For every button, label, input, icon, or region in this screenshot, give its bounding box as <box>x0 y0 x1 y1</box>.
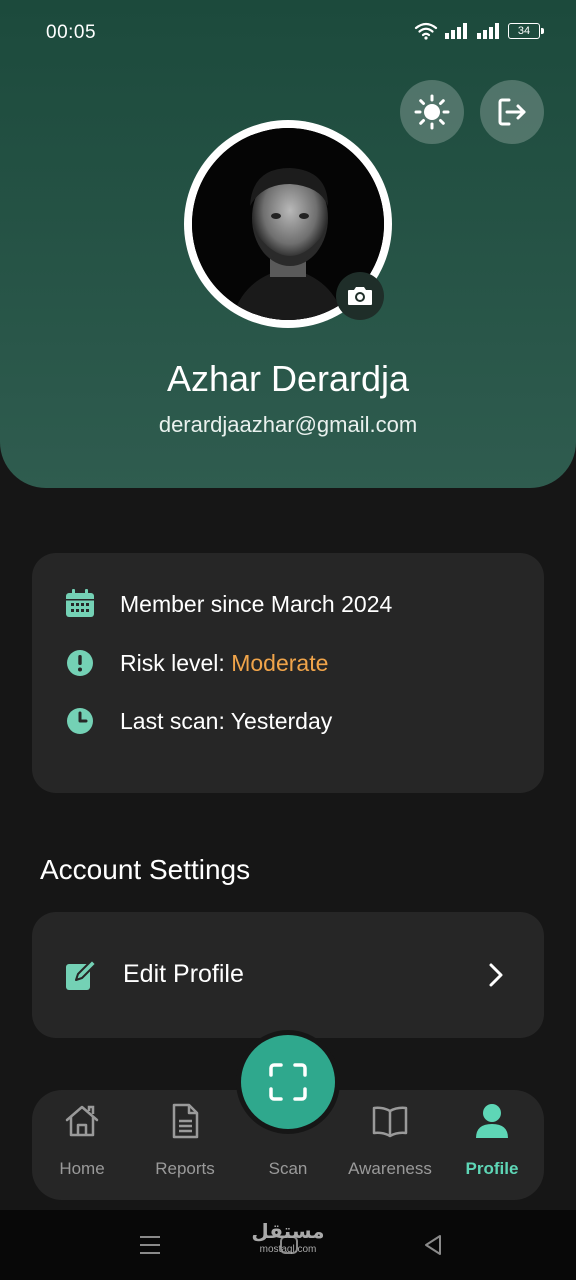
profile-header: 00:05 34 Azhar Derardja derardjaazhar@gm… <box>0 0 576 488</box>
edit-icon <box>66 959 97 990</box>
document-icon <box>172 1103 199 1139</box>
scan-button-inner <box>241 1035 335 1129</box>
system-nav-bar: مستقل mostaql.com <box>0 1210 576 1280</box>
nav-item-reports[interactable]: Reports <box>135 1090 235 1200</box>
change-photo-button[interactable] <box>336 272 384 320</box>
nav-label-home: Home <box>59 1159 105 1178</box>
scan-button[interactable] <box>236 1030 340 1134</box>
book-icon <box>372 1106 408 1138</box>
nav-label-reports: Reports <box>155 1159 215 1178</box>
last-scan-row: Last scan: Yesterday <box>64 705 332 737</box>
signal-icon <box>445 23 467 39</box>
battery-indicator: 34 <box>508 23 544 39</box>
nav-item-profile[interactable]: Profile <box>442 1090 542 1200</box>
status-time: 00:05 <box>46 22 97 43</box>
logout-button[interactable] <box>480 80 544 144</box>
member-since-text: Member since March 2024 <box>120 590 393 617</box>
calendar-icon <box>64 588 96 620</box>
signal-icon-2 <box>477 23 499 39</box>
risk-level-row: Risk level: Moderate <box>64 647 328 679</box>
risk-level-text: Risk level: Moderate <box>120 650 328 677</box>
edit-profile-label: Edit Profile <box>123 960 244 988</box>
home-icon <box>65 1105 99 1137</box>
watermark-latin: mostaql.com <box>259 1244 317 1255</box>
person-icon <box>476 1104 508 1138</box>
risk-level-value: Moderate <box>231 649 329 676</box>
back-icon[interactable] <box>418 1232 448 1258</box>
user-name: Azhar Derardja <box>166 358 410 399</box>
status-icons: 34 <box>414 22 544 40</box>
user-email: derardjaazhar@gmail.com <box>158 412 418 437</box>
wifi-icon <box>414 22 438 40</box>
status-bar: 00:05 34 <box>0 0 576 64</box>
chevron-right-icon <box>489 963 503 987</box>
logout-icon <box>498 98 526 126</box>
menu-icon[interactable] <box>136 1232 166 1258</box>
last-scan-text: Last scan: Yesterday <box>120 707 333 734</box>
member-since-row: Member since March 2024 <box>64 588 392 620</box>
nav-item-awareness[interactable]: Awareness <box>340 1090 440 1200</box>
nav-label-profile: Profile <box>465 1159 519 1178</box>
risk-level-label: Risk level: <box>120 649 232 676</box>
nav-label-scan: Scan <box>268 1159 308 1178</box>
clock-icon <box>64 705 96 737</box>
section-title: Account Settings <box>40 854 251 885</box>
watermark-arabic: مستقل <box>251 1221 325 1243</box>
theme-toggle-button[interactable] <box>400 80 464 144</box>
scan-icon <box>269 1063 307 1101</box>
alert-icon <box>64 647 96 679</box>
camera-icon <box>348 287 372 305</box>
nav-label-awareness: Awareness <box>348 1159 432 1178</box>
sun-icon <box>414 94 450 130</box>
edit-profile-button[interactable]: Edit Profile <box>32 912 544 1038</box>
info-card: Member since March 2024 Risk level: Mode… <box>32 553 544 793</box>
nav-item-home[interactable]: Home <box>32 1090 132 1200</box>
watermark: مستقل mostaql.com <box>248 1220 328 1256</box>
